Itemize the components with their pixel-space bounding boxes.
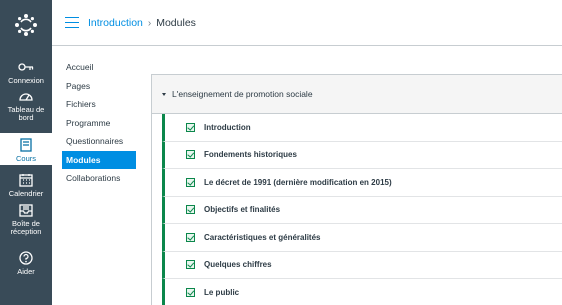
top-bar: Introduction › Modules	[52, 0, 562, 46]
nav-item-label: Cours	[15, 154, 36, 163]
course-nav-accueil[interactable]: Accueil	[62, 58, 136, 77]
page-icon	[186, 232, 195, 242]
page-icon	[186, 122, 195, 132]
nav-item-label: Connexion	[8, 76, 44, 85]
course-nav-collaborations[interactable]: Collaborations	[62, 169, 136, 188]
breadcrumb-course-link[interactable]: Introduction	[88, 17, 143, 29]
nav-item-inbox[interactable]: Boîte de réception	[0, 201, 52, 236]
module-items-list: Introduction Fondements historiques Le d…	[152, 114, 562, 305]
help-icon	[14, 249, 38, 267]
module-item-title[interactable]: Fondements historiques	[204, 150, 297, 159]
canvas-logo-icon	[15, 14, 37, 36]
course-nav-fichiers[interactable]: Fichiers	[62, 95, 136, 114]
breadcrumb-separator: ›	[147, 17, 152, 29]
breadcrumb-current: Modules	[156, 16, 196, 29]
breadcrumb: Introduction › Modules	[88, 17, 196, 29]
page-icon	[186, 287, 195, 297]
module-item-title[interactable]: Introduction	[204, 123, 251, 132]
nav-item-courses[interactable]: Cours	[0, 133, 52, 165]
key-icon	[14, 58, 38, 76]
module-item[interactable]: Le public	[162, 279, 562, 305]
caret-down-icon[interactable]	[162, 92, 166, 96]
module-header[interactable]: L'enseignement de promotion sociale	[152, 75, 562, 114]
module-title: L'enseignement de promotion sociale	[172, 89, 313, 99]
module-item-title[interactable]: Caractéristiques et généralités	[204, 233, 321, 242]
course-nav-modules[interactable]: Modules	[62, 150, 136, 169]
module-item[interactable]: Fondements historiques	[162, 141, 562, 169]
page-icon	[186, 177, 195, 187]
module-item[interactable]: Quelques chiffres	[162, 251, 562, 279]
module-item-title[interactable]: Objectifs et finalités	[204, 205, 280, 214]
page-icon	[186, 205, 195, 215]
module-item-title[interactable]: Le décret de 1991 (dernière modification…	[204, 178, 392, 187]
courses-icon	[14, 136, 38, 154]
module-item[interactable]: Objectifs et finalités	[162, 196, 562, 224]
nav-item-dashboard[interactable]: Tableau de bord	[0, 87, 52, 122]
module-item-title[interactable]: Le public	[204, 288, 239, 297]
calendar-icon	[14, 171, 38, 189]
module-item[interactable]: Caractéristiques et généralités	[162, 224, 562, 252]
global-navigation: Connexion Tableau de bord Cours Calendri…	[0, 0, 52, 305]
module-item-title[interactable]: Quelques chiffres	[204, 260, 272, 269]
nav-item-connexion[interactable]: Connexion	[0, 58, 52, 85]
module-item[interactable]: Introduction	[162, 114, 562, 142]
course-nav-programme[interactable]: Programme	[62, 114, 136, 133]
module-item[interactable]: Le décret de 1991 (dernière modification…	[162, 169, 562, 197]
inbox-icon	[14, 201, 38, 219]
nav-item-label: Calendrier	[8, 189, 44, 198]
course-navigation: Accueil Pages Fichiers Programme Questio…	[62, 58, 136, 188]
nav-item-label: Tableau de bord	[7, 105, 45, 122]
canvas-logo[interactable]	[0, 0, 52, 50]
page-icon	[186, 150, 195, 160]
nav-item-label: Aider	[17, 267, 35, 276]
nav-item-help[interactable]: Aider	[0, 249, 52, 276]
hamburger-menu-icon[interactable]	[65, 16, 79, 29]
page-icon	[186, 260, 195, 270]
dashboard-icon	[14, 87, 38, 105]
course-nav-questionnaires[interactable]: Questionnaires	[62, 132, 136, 151]
nav-item-label: Boîte de réception	[10, 219, 42, 236]
modules-content: L'enseignement de promotion sociale Intr…	[151, 74, 562, 305]
course-nav-pages[interactable]: Pages	[62, 77, 136, 96]
nav-item-calendar[interactable]: Calendrier	[0, 171, 52, 198]
